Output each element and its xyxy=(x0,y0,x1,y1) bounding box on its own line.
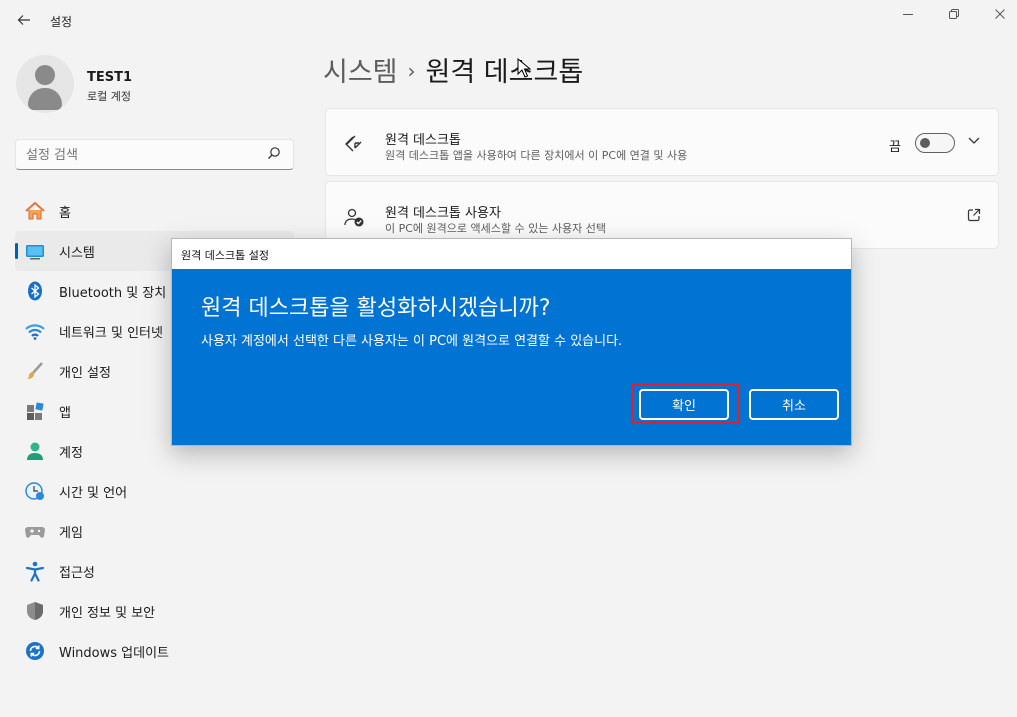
confirm-button[interactable]: 확인 xyxy=(639,389,729,420)
account-type: 로컬 계정 xyxy=(87,90,131,103)
sidebar-item-label: 앱 xyxy=(59,405,71,421)
sidebar-item-label: 개인 설정 xyxy=(59,365,111,381)
avatar-body xyxy=(28,88,62,110)
search-input[interactable] xyxy=(26,146,266,164)
mouse-cursor-icon xyxy=(517,58,531,78)
breadcrumb: 시스템 › 원격 데스크톱 xyxy=(323,50,583,89)
sidebar-item-privacy[interactable]: 개인 정보 및 보안 xyxy=(15,591,294,631)
close-button[interactable] xyxy=(977,2,1017,26)
sidebar-item-accessibility[interactable]: 접근성 xyxy=(15,551,294,591)
breadcrumb-parent[interactable]: 시스템 xyxy=(323,57,398,88)
sidebar-item-home[interactable]: 홈 xyxy=(15,191,294,231)
bluetooth-icon xyxy=(24,280,46,302)
close-icon xyxy=(995,9,1005,19)
dialog-message: 사용자 계정에서 선택한 다른 사용자는 이 PC에 원격으로 연결할 수 있습… xyxy=(201,334,623,349)
search-box[interactable] xyxy=(15,139,294,170)
system-icon xyxy=(24,240,46,262)
cancel-button[interactable]: 취소 xyxy=(749,389,839,420)
home-icon xyxy=(24,200,46,222)
apps-icon xyxy=(24,400,46,422)
brush-icon xyxy=(24,360,46,382)
sidebar-item-label: 네트워크 및 인터넷 xyxy=(59,325,163,341)
sidebar-item-windows-update[interactable]: Windows 업데이트 xyxy=(15,631,294,671)
sidebar-item-label: 계정 xyxy=(59,445,83,461)
minimize-icon xyxy=(903,14,913,15)
sidebar-item-label: 게임 xyxy=(59,525,83,541)
restore-icon xyxy=(949,9,959,19)
arrow-left-icon xyxy=(17,15,30,25)
chevron-down-icon[interactable] xyxy=(967,133,983,149)
page-title: 원격 데스크톱 xyxy=(425,57,584,88)
card-description: 이 PC에 원격으로 액세스할 수 있는 사용자 선택 xyxy=(385,222,606,235)
sidebar-item-label: 시간 및 언어 xyxy=(59,485,128,501)
dialog-heading: 원격 데스크톱을 활성화하시겠습니까? xyxy=(201,296,551,321)
gaming-icon xyxy=(24,520,46,542)
card-title: 원격 데스크톱 사용자 xyxy=(385,206,501,221)
user-name: TEST1 xyxy=(87,70,133,85)
sidebar-item-label: Bluetooth 및 장치 xyxy=(59,285,167,301)
dialog-title: 원격 데스크톱 설정 xyxy=(181,249,269,262)
search-icon[interactable] xyxy=(267,146,283,162)
card-title: 원격 데스크톱 xyxy=(385,133,461,148)
dialog-title-bar: 원격 데스크톱 설정 xyxy=(172,239,851,269)
sidebar-item-time-language[interactable]: 시간 및 언어 xyxy=(15,471,294,511)
sidebar-item-label: 접근성 xyxy=(59,565,95,581)
confirm-dialog: 원격 데스크톱 설정 원격 데스크톱을 활성화하시겠습니까? 사용자 계정에서 … xyxy=(171,238,852,446)
avatar-head xyxy=(35,65,55,85)
sidebar-item-label: 시스템 xyxy=(59,245,95,261)
toggle-knob xyxy=(920,138,930,148)
time-language-icon xyxy=(24,480,46,502)
sidebar-item-label: 개인 정보 및 보안 xyxy=(59,605,156,621)
open-external-icon[interactable] xyxy=(967,208,981,222)
restore-button[interactable] xyxy=(931,2,977,26)
back-button[interactable] xyxy=(12,8,36,32)
sidebar-item-gaming[interactable]: 게임 xyxy=(15,511,294,551)
breadcrumb-separator: › xyxy=(407,59,416,83)
accessibility-icon xyxy=(24,560,46,582)
accounts-icon xyxy=(24,440,46,462)
remote-desktop-icon xyxy=(343,133,365,155)
remote-users-icon xyxy=(343,206,365,228)
sidebar-item-label: Windows 업데이트 xyxy=(59,645,170,661)
toggle-state-label: 끔 xyxy=(889,140,901,155)
minimize-button[interactable] xyxy=(885,2,931,26)
avatar[interactable] xyxy=(16,55,74,113)
remote-desktop-card[interactable]: 원격 데스크톱 원격 데스크톱 앱을 사용하여 다른 장치에서 이 PC에 연결… xyxy=(325,108,999,176)
wifi-icon xyxy=(24,320,46,342)
sidebar-item-label: 홈 xyxy=(59,205,71,221)
shield-icon xyxy=(24,600,46,622)
app-title: 설정 xyxy=(50,15,73,29)
title-bar: 설정 xyxy=(0,0,1017,40)
card-description: 원격 데스크톱 앱을 사용하여 다른 장치에서 이 PC에 연결 및 사용 xyxy=(385,149,688,162)
remote-desktop-toggle[interactable] xyxy=(915,133,955,153)
update-icon xyxy=(24,640,46,662)
